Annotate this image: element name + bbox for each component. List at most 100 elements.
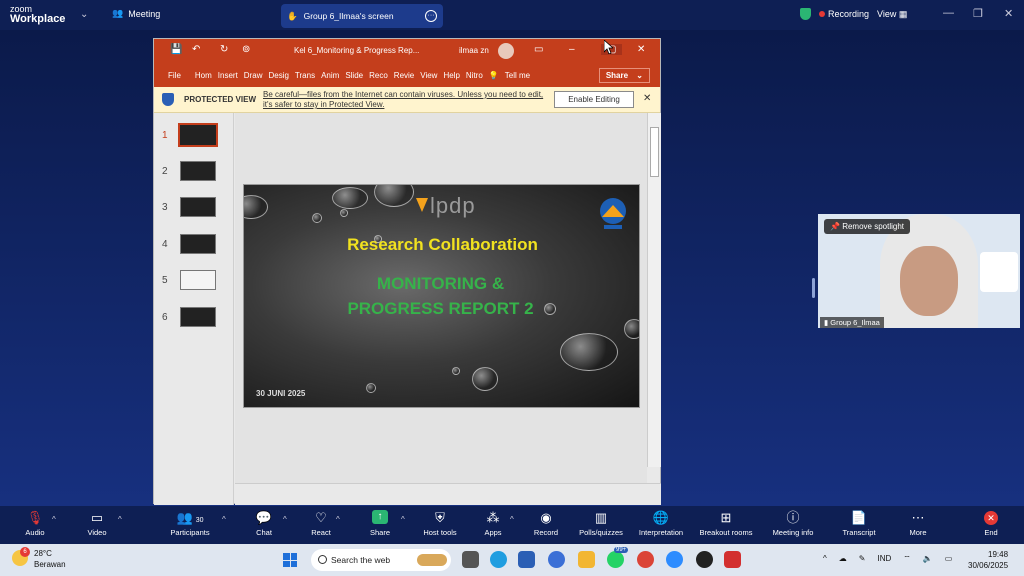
- whatsapp-icon[interactable]: [607, 551, 624, 568]
- more-button[interactable]: ⋯ More: [888, 510, 948, 537]
- clock[interactable]: 19:48 30/06/2025: [968, 549, 1008, 571]
- remove-spotlight-button[interactable]: 📌 Remove spotlight: [824, 219, 910, 234]
- enable-editing-button[interactable]: Enable Editing: [554, 91, 634, 108]
- transcript-button[interactable]: 📄 Transcript: [829, 510, 889, 537]
- ribbon-tab-draw[interactable]: Draw: [244, 71, 263, 80]
- end-button[interactable]: ✕ End: [961, 510, 1021, 537]
- protected-view-message[interactable]: Be careful—files from the Internet can c…: [263, 90, 547, 110]
- react-button[interactable]: ♡ React: [291, 510, 351, 537]
- acrobat-icon[interactable]: [724, 551, 741, 568]
- main-slide[interactable]: lpdp Research Collaboration MONITORING &…: [243, 184, 640, 408]
- slide-preview: [178, 123, 218, 147]
- share-button[interactable]: Share ⌄: [598, 67, 650, 83]
- wifi-icon[interactable]: ⌔: [903, 554, 911, 564]
- meeting-label: Meeting: [128, 8, 161, 19]
- share-options-icon[interactable]: ^: [401, 515, 405, 524]
- close-icon[interactable]: ✕: [1004, 7, 1013, 20]
- host-tools-button[interactable]: ⛨ Host tools: [410, 510, 470, 537]
- ppt-minimize-icon[interactable]: –: [569, 44, 575, 55]
- recording-indicator[interactable]: Recording: [819, 9, 869, 19]
- weather-widget[interactable]: 6 28°C Berawan: [12, 547, 66, 570]
- slide-thumbnail[interactable]: 3: [162, 197, 216, 217]
- apps-button[interactable]: ⁂ Apps: [463, 510, 523, 537]
- tell-me-search[interactable]: Tell me: [505, 71, 530, 80]
- chevron-down-icon[interactable]: ⌄: [80, 9, 88, 20]
- slide-subtitle-line1: MONITORING &: [376, 274, 505, 293]
- edge-icon[interactable]: [490, 551, 507, 568]
- audio-options-icon[interactable]: ^: [52, 515, 56, 524]
- ribbon-tab-slideshow[interactable]: Slide: [345, 71, 363, 80]
- cloud-icon[interactable]: ☁: [839, 554, 847, 564]
- polls-button[interactable]: ▥ Polls/quizzes: [571, 510, 631, 537]
- ribbon-tab-home[interactable]: Hom: [195, 71, 212, 80]
- breakout-rooms-button[interactable]: ⊞ Breakout rooms: [693, 510, 759, 537]
- meeting-info-button[interactable]: ⓘ Meeting info: [763, 510, 823, 537]
- slideshow-icon[interactable]: ⊚: [242, 44, 250, 55]
- vertical-scrollbar[interactable]: [647, 113, 661, 467]
- app-icon[interactable]: [696, 551, 713, 568]
- record-icon: ◉: [540, 510, 552, 525]
- ribbon-tab-review[interactable]: Revie: [394, 71, 414, 80]
- audio-button[interactable]: 🎙 Audio: [5, 510, 65, 537]
- chrome-icon[interactable]: [637, 551, 654, 568]
- ribbon-tab-transitions[interactable]: Trans: [295, 71, 315, 80]
- slide-thumbnail[interactable]: 6: [162, 307, 216, 327]
- zoom-icon[interactable]: [666, 551, 683, 568]
- ribbon-display-icon[interactable]: ▭: [534, 44, 543, 55]
- task-view-icon[interactable]: [462, 551, 479, 568]
- ribbon-tab-insert[interactable]: Insert: [218, 71, 238, 80]
- ribbon-tab-animations[interactable]: Anim: [321, 71, 339, 80]
- polls-label: Polls/quizzes: [579, 528, 623, 537]
- maximize-icon[interactable]: ❐: [973, 7, 983, 20]
- ppt-close-icon[interactable]: ✕: [637, 44, 645, 55]
- water-drop: [560, 333, 618, 371]
- battery-icon[interactable]: ▭: [945, 554, 953, 564]
- minimize-icon[interactable]: —: [943, 7, 954, 19]
- chevron-up-icon[interactable]: ^: [823, 554, 827, 564]
- start-button[interactable]: [283, 553, 297, 567]
- participants-button[interactable]: 👥 30 Participants: [160, 510, 220, 537]
- mouse-cursor-icon: [604, 40, 613, 54]
- volume-icon[interactable]: 🔈: [923, 554, 933, 564]
- slide-thumbnail[interactable]: 2: [162, 161, 216, 181]
- video-options-icon[interactable]: ^: [118, 515, 122, 524]
- slide-thumbnail[interactable]: 4: [162, 234, 216, 254]
- slide-number: 2: [162, 165, 168, 177]
- scrollbar-thumb[interactable]: [650, 127, 659, 177]
- save-icon[interactable]: 💾: [170, 44, 182, 55]
- ribbon-tab-help[interactable]: Help: [443, 71, 459, 80]
- slide-preview: [180, 161, 216, 181]
- end-label: End: [984, 528, 998, 537]
- apps-options-icon[interactable]: ^: [510, 515, 514, 524]
- screen-share-tab[interactable]: ✋ Group 6_Ilmaa's screen ···: [281, 4, 443, 28]
- meeting-tab[interactable]: 👥 Meeting: [112, 8, 160, 19]
- view-button[interactable]: View ▦: [877, 9, 907, 20]
- store-icon[interactable]: [518, 551, 535, 568]
- close-protected-view-icon[interactable]: ✕: [643, 93, 651, 104]
- react-options-icon[interactable]: ^: [336, 515, 340, 524]
- ribbon-tab-record[interactable]: Reco: [369, 71, 388, 80]
- avatar[interactable]: [498, 43, 514, 59]
- chat-options-icon[interactable]: ^: [283, 515, 287, 524]
- taskbar-search[interactable]: Search the web: [311, 549, 451, 571]
- ribbon-tab-view[interactable]: View: [420, 71, 437, 80]
- participant-video[interactable]: 📌 Remove spotlight ▮ Group 6_Ilmaa: [818, 214, 1020, 328]
- participant-name-tag: ▮ Group 6_Ilmaa: [820, 317, 884, 328]
- undo-icon[interactable]: ↶: [192, 44, 200, 55]
- pen-icon[interactable]: ✎: [859, 554, 866, 564]
- ribbon-tab-design[interactable]: Desig: [268, 71, 288, 80]
- redo-icon[interactable]: ↻: [220, 44, 228, 55]
- more-options-icon[interactable]: ···: [425, 10, 437, 22]
- more-label: More: [909, 528, 927, 537]
- participants-options-icon[interactable]: ^: [222, 515, 226, 524]
- slide-thumbnail[interactable]: 5: [162, 270, 216, 290]
- record-button[interactable]: ◉ Record: [516, 510, 576, 537]
- ribbon-tab-nitro[interactable]: Nitro: [466, 71, 483, 80]
- interpretation-button[interactable]: 🌐 Interpretation: [631, 510, 691, 537]
- copilot-icon[interactable]: [548, 551, 565, 568]
- ribbon-tab-file[interactable]: File: [168, 71, 181, 80]
- language-indicator[interactable]: IND: [877, 554, 891, 564]
- file-explorer-icon[interactable]: [578, 551, 595, 568]
- panel-resize-handle[interactable]: [812, 278, 815, 298]
- slide-thumbnail[interactable]: 1: [162, 123, 218, 147]
